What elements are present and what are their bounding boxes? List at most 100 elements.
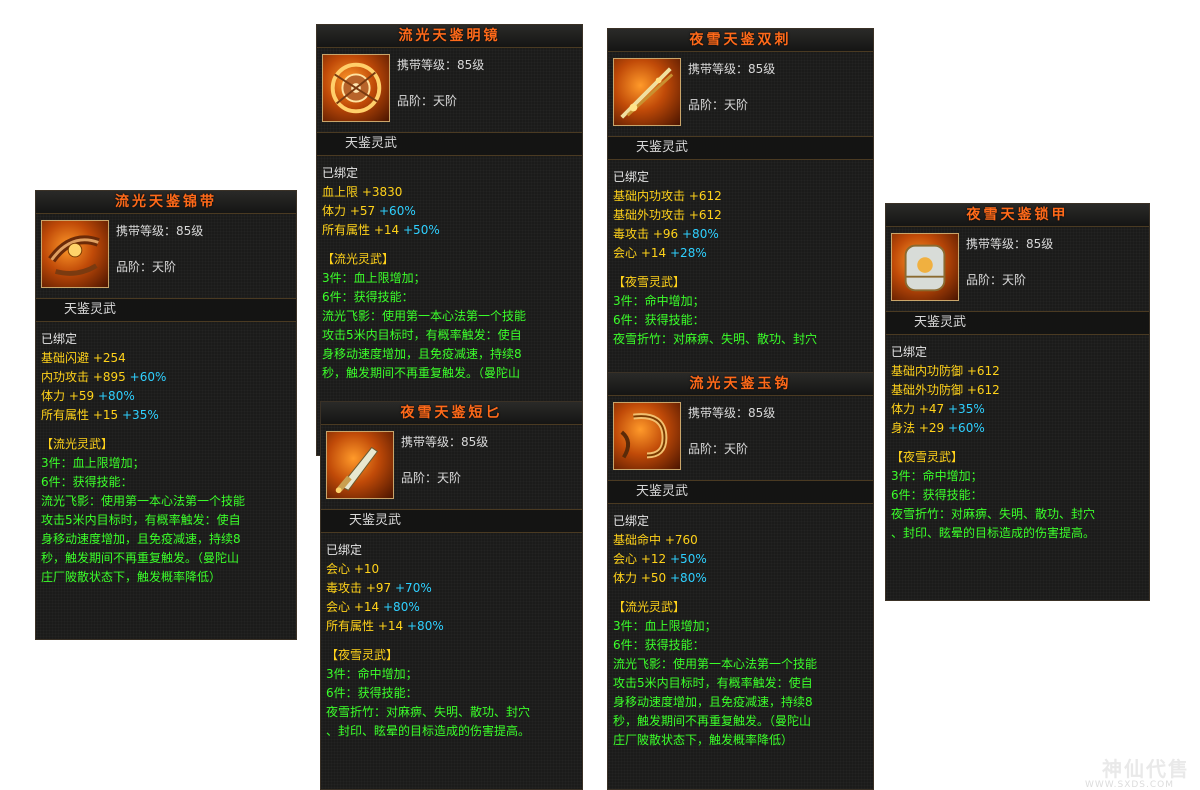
stat-flat-bonus: +50 [640,571,667,585]
set-effect-line: 3件：血上限增加； [322,271,426,285]
set-effect-line: 秒，触发期间不再重复触发。（曼陀山 [322,366,521,380]
stat-percent-bonus: +60% [379,204,416,218]
stat-flat-bonus: +97 [365,581,392,595]
set-effect-line: 夜雪折竹：对麻痹、失明、散功、封穴 [326,705,531,719]
stat-row: 体力 +59 +80% [41,387,291,406]
set-name: 【流光灵武】 [41,437,114,451]
set-effect-line: 流光飞影：使用第一本心法第一个技能 [41,494,246,508]
stat-flat-bonus: +29 [918,421,945,435]
item-tooltip-suojia: 夜雪天鉴锁甲 携带等级：85级 品阶：天阶 天鉴灵武 已绑定 基础内功防御 +612 基础外… [885,203,1150,601]
item-title: 流光天鉴明镜 [317,25,582,48]
stat-row: 体力 +50 +80% [613,569,868,588]
stat-name: 所有属性 [322,223,371,237]
stat-name: 体力 [322,204,347,218]
belt-icon [41,220,109,288]
set-effect-line: 6件：获得技能： [613,638,705,652]
item-header: 携带等级：85级 品阶：天阶 [317,48,582,133]
stat-flat-bonus: +612 [966,364,1000,378]
stat-flat-bonus: +10 [353,562,380,576]
stat-percent-bonus: +80% [98,389,135,403]
stat-name: 基础命中 [613,533,662,547]
set-effect-line: 6件：获得技能： [322,290,414,304]
stat-flat-bonus: +15 [92,408,119,422]
stat-row: 会心 +14 +80% [326,598,577,617]
hook-icon [613,402,681,470]
stat-name: 毒攻击 [326,581,363,595]
bound-status: 已绑定 [891,345,928,359]
set-name: 【流光灵武】 [613,600,686,614]
stat-row: 血上限 +3830 [322,183,577,202]
set-effect-line: 夜雪折竹：对麻痹、失明、散功、封穴 [891,507,1096,521]
stat-row: 基础外功攻击 +612 [613,206,868,225]
set-effect-line: 秒，触发期间不再重复触发。（曼陀山 [613,714,812,728]
watermark-url: WWW.SXDS.COM [1084,780,1174,790]
stat-percent-bonus: +50% [403,223,440,237]
stat-name: 基础闪避 [41,351,90,365]
set-effect-line: 身移动速度增加，且免疫减速，持续8 [41,532,241,546]
set-effect-line: 夜雪折竹：对麻痹、失明、散功、封穴 [613,332,818,346]
stat-row: 基础命中 +760 [613,531,868,550]
stat-row: 毒攻击 +97 +70% [326,579,577,598]
stat-flat-bonus: +612 [688,208,722,222]
stat-name: 内功攻击 [41,370,90,384]
stat-name: 体力 [891,402,916,416]
stat-row: 基础内功攻击 +612 [613,187,868,206]
stat-flat-bonus: +57 [349,204,376,218]
stat-flat-bonus: +612 [966,383,1000,397]
item-grade: 品阶：天阶 [401,471,462,485]
set-name: 【夜雪灵武】 [891,450,964,464]
set-effect-line: 流光飞影：使用第一本心法第一个技能 [322,309,527,323]
stat-percent-bonus: +35% [122,408,159,422]
set-effect-line: 攻击5米内目标时，有概率触发：使自 [41,513,241,527]
stat-percent-bonus: +28% [670,246,707,260]
stat-name: 所有属性 [41,408,90,422]
stat-row: 所有属性 +15 +35% [41,406,291,425]
stat-name: 身法 [891,421,916,435]
set-effect-line: 身移动速度增加，且免疫减速，持续8 [322,347,522,361]
set-effect-line: 6件：获得技能： [41,475,133,489]
set-name: 【夜雪灵武】 [326,648,399,662]
stat-row: 体力 +47 +35% [891,400,1144,419]
stat-flat-bonus: +59 [68,389,95,403]
stat-flat-bonus: +254 [92,351,126,365]
stat-name: 会心 [326,600,351,614]
bound-status: 已绑定 [613,170,650,184]
item-grade: 品阶：天阶 [688,98,749,112]
item-category: 天鉴灵武 [321,510,582,533]
item-tooltip-shuangci: 夜雪天鉴双刺 携带等级：85级 品阶：天阶 天鉴灵武 已绑定 基础内功攻击 +612 基础外… [607,28,874,378]
item-title: 流光天鉴锦带 [36,191,296,214]
set-effect-line: 3件：血上限增加； [613,619,717,633]
item-category: 天鉴灵武 [317,133,582,156]
item-attributes: 已绑定 基础命中 +760 会心 +12 +50% 体力 +50 +80% 【流光灵武】… [608,504,873,754]
stat-name: 毒攻击 [613,227,650,241]
item-title: 夜雪天鉴短匕 [321,402,582,425]
stat-row: 所有属性 +14 +80% [326,617,577,636]
stat-percent-bonus: +35% [948,402,985,416]
stat-row: 所有属性 +14 +50% [322,221,577,240]
stat-percent-bonus: +80% [407,619,444,633]
item-grade: 品阶：天阶 [116,260,177,274]
stat-row: 内功攻击 +895 +60% [41,368,291,387]
set-effect-line: 6件：获得技能： [326,686,418,700]
stat-row: 基础闪避 +254 [41,349,291,368]
stat-row: 毒攻击 +96 +80% [613,225,868,244]
set-effect-line: 身移动速度增加，且免疫减速，持续8 [613,695,813,709]
set-effect-line: 3件：血上限增加； [41,456,145,470]
stat-row: 身法 +29 +60% [891,419,1144,438]
stat-flat-bonus: +47 [918,402,945,416]
required-level: 携带等级：85级 [966,237,1054,251]
bound-status: 已绑定 [322,166,359,180]
stat-name: 会心 [613,552,638,566]
stat-name: 血上限 [322,185,359,199]
item-attributes: 已绑定 基础内功防御 +612 基础外功防御 +612 体力 +47 +35% 身法 +… [886,335,1149,547]
item-category: 天鉴灵武 [886,312,1149,335]
bound-status: 已绑定 [41,332,78,346]
mirror-icon [322,54,390,122]
required-level: 携带等级：85级 [688,62,776,76]
stat-name: 会心 [326,562,351,576]
set-effect-line: 庄厂陂散状态下，触发概率降低） [613,733,794,747]
item-tooltip-jindai: 流光天鉴锦带 携带等级：85级 品阶：天阶 天鉴灵武 已绑定 基础闪避 +254 内功攻击 … [35,190,297,640]
